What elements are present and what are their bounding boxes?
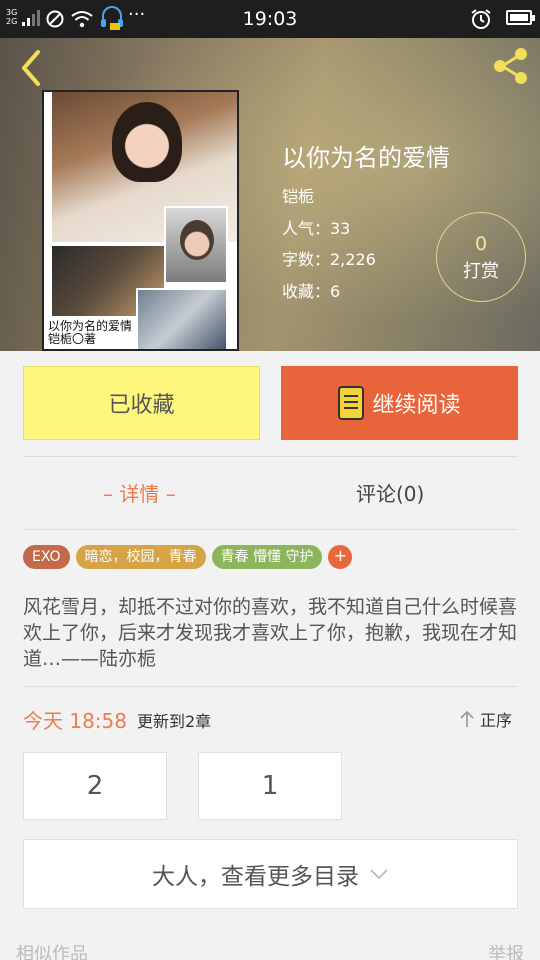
share-button[interactable] [490,46,530,86]
reward-count: 0 [474,233,488,255]
back-button[interactable] [14,48,48,88]
tag-item[interactable]: 青春 懵懂 守护 [211,545,323,569]
favorites-stat: 收藏：6 [282,282,341,301]
more-catalog-button[interactable]: 大人，查看更多目录 [23,839,518,909]
update-text: 更新到2章 [137,712,212,731]
book-icon [338,386,365,420]
favorited-label: 已收藏 [108,393,175,418]
sort-order-label: 正序 [480,711,513,730]
tab-comments[interactable]: 评论(0) [356,478,424,507]
chapter-button[interactable]: 1 [198,752,342,820]
book-author[interactable]: 铠栀 [282,183,314,207]
chevron-down-icon [370,869,388,880]
favorited-button[interactable]: 已收藏 [23,366,260,440]
cover-photo-girl [164,206,228,284]
popularity-stat: 人气：33 [282,219,351,238]
arrow-up-icon [460,710,474,727]
status-bar: 3G 2G ··· 19:03 [0,0,540,38]
book-synopsis: 风花雪月，却抵不过对你的喜欢，我不知道自己什么时候喜欢上了你，后来才发现我才喜欢… [23,596,518,670]
cover-author: 铠栀〇著 [48,332,97,346]
similar-works-heading: 相似作品 [16,944,88,960]
divider [23,529,518,530]
status-time: 19:03 [242,8,298,30]
update-time: 今天 18:58 [23,709,127,733]
report-link[interactable]: 举报 [488,940,524,960]
more-catalog-label: 大人，查看更多目录 [152,864,359,890]
book-cover[interactable]: 以你为名的爱情 铠栀〇著 [42,90,239,351]
battery-icon [506,10,535,25]
tag-item[interactable]: 暗恋，校园，青春 [75,545,206,569]
alarm-icon [471,9,491,29]
continue-reading-label: 继续阅读 [372,393,461,418]
reward-button[interactable]: 0 打赏 [436,212,526,302]
tag-list: EXO 暗恋，校园，青春 青春 懵懂 守护 + [23,545,353,569]
book-title: 以你为名的爱情 [282,144,450,172]
sort-order-button[interactable]: 正序 [458,707,512,731]
continue-reading-button[interactable]: 继续阅读 [281,366,518,440]
word-count-stat: 字数：2,226 [282,250,376,269]
cover-text: 以你为名的爱情 铠栀〇著 [46,320,135,346]
divider [23,686,518,687]
cover-photo-boy-2 [136,288,228,349]
reward-label: 打赏 [463,261,499,282]
tag-item[interactable]: EXO [23,545,70,569]
add-tag-button[interactable]: + [328,545,353,569]
divider [23,456,518,457]
tab-details[interactable]: – 详情 – [103,478,176,507]
chapter-button[interactable]: 2 [23,752,167,820]
